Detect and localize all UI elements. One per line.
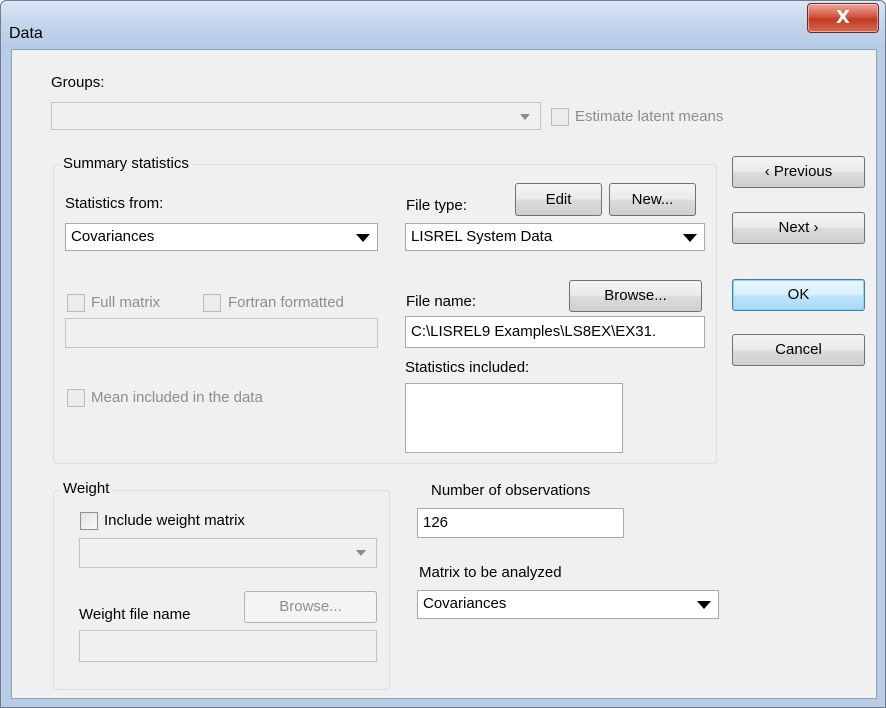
title-bar[interactable]: Data X xyxy=(1,1,885,49)
matrix-to-be-analyzed-label: Matrix to be analyzed xyxy=(419,564,562,581)
edit-button[interactable]: Edit xyxy=(515,183,602,216)
previous-button[interactable]: ‹ Previous xyxy=(732,156,865,188)
groups-select[interactable] xyxy=(51,102,541,130)
mean-included-checkbox[interactable] xyxy=(67,389,85,407)
estimate-latent-means-label: Estimate latent means xyxy=(575,108,724,125)
ok-button[interactable]: OK xyxy=(732,279,865,311)
include-weight-matrix-label: Include weight matrix xyxy=(104,512,245,529)
close-button[interactable]: X xyxy=(807,3,879,33)
next-button[interactable]: Next › xyxy=(732,212,865,244)
chevron-down-icon xyxy=(520,114,530,120)
weight-file-field[interactable] xyxy=(79,630,377,662)
chevron-down-icon xyxy=(356,550,366,556)
statistics-from-label: Statistics from: xyxy=(65,195,164,212)
file-type-label: File type: xyxy=(406,197,467,214)
chevron-down-icon xyxy=(356,234,370,242)
estimate-latent-means-checkbox[interactable] xyxy=(551,108,569,126)
include-weight-matrix-checkbox[interactable] xyxy=(80,512,98,530)
full-matrix-checkbox[interactable] xyxy=(67,294,85,312)
fortran-formatted-checkbox[interactable] xyxy=(203,294,221,312)
fortran-format-field[interactable] xyxy=(65,318,378,348)
full-matrix-label: Full matrix xyxy=(91,294,161,311)
statistics-from-select[interactable]: Covariances xyxy=(65,223,378,251)
statistics-included-list[interactable] xyxy=(405,383,623,453)
statistics-from-value: Covariances xyxy=(71,228,155,245)
file-type-value: LISREL System Data xyxy=(411,228,553,245)
matrix-to-be-analyzed-value: Covariances xyxy=(423,595,507,612)
file-name-label: File name: xyxy=(406,293,477,310)
weight-matrix-select[interactable] xyxy=(79,538,377,568)
weight-title: Weight xyxy=(60,480,113,497)
close-icon: X xyxy=(836,7,850,28)
groups-label: Groups: xyxy=(51,74,105,91)
matrix-to-be-analyzed-select[interactable]: Covariances xyxy=(417,590,719,619)
weight-file-name-label: Weight file name xyxy=(79,606,191,623)
mean-included-label: Mean included in the data xyxy=(91,389,263,406)
dialog-client-area: Groups: Estimate latent means Summary st… xyxy=(11,49,877,699)
browse-file-button[interactable]: Browse... xyxy=(569,280,702,312)
chevron-down-icon xyxy=(697,601,711,609)
file-name-field[interactable]: C:\LISREL9 Examples\LS8EX\EX31. xyxy=(405,316,705,348)
fortran-formatted-label: Fortran formatted xyxy=(228,294,344,311)
summary-statistics-title: Summary statistics xyxy=(60,155,192,172)
weight-browse-button[interactable]: Browse... xyxy=(244,591,377,623)
file-type-select[interactable]: LISREL System Data xyxy=(405,223,705,251)
number-of-observations-field[interactable]: 126 xyxy=(417,508,624,538)
dialog-window: Data X Groups: Estimate latent means Sum… xyxy=(0,0,886,708)
cancel-button[interactable]: Cancel xyxy=(732,334,865,366)
chevron-down-icon xyxy=(683,234,697,242)
number-of-observations-label: Number of observations xyxy=(431,482,591,499)
statistics-included-label: Statistics included: xyxy=(405,359,530,376)
new-button[interactable]: New... xyxy=(609,183,696,216)
window-title: Data xyxy=(9,25,43,42)
